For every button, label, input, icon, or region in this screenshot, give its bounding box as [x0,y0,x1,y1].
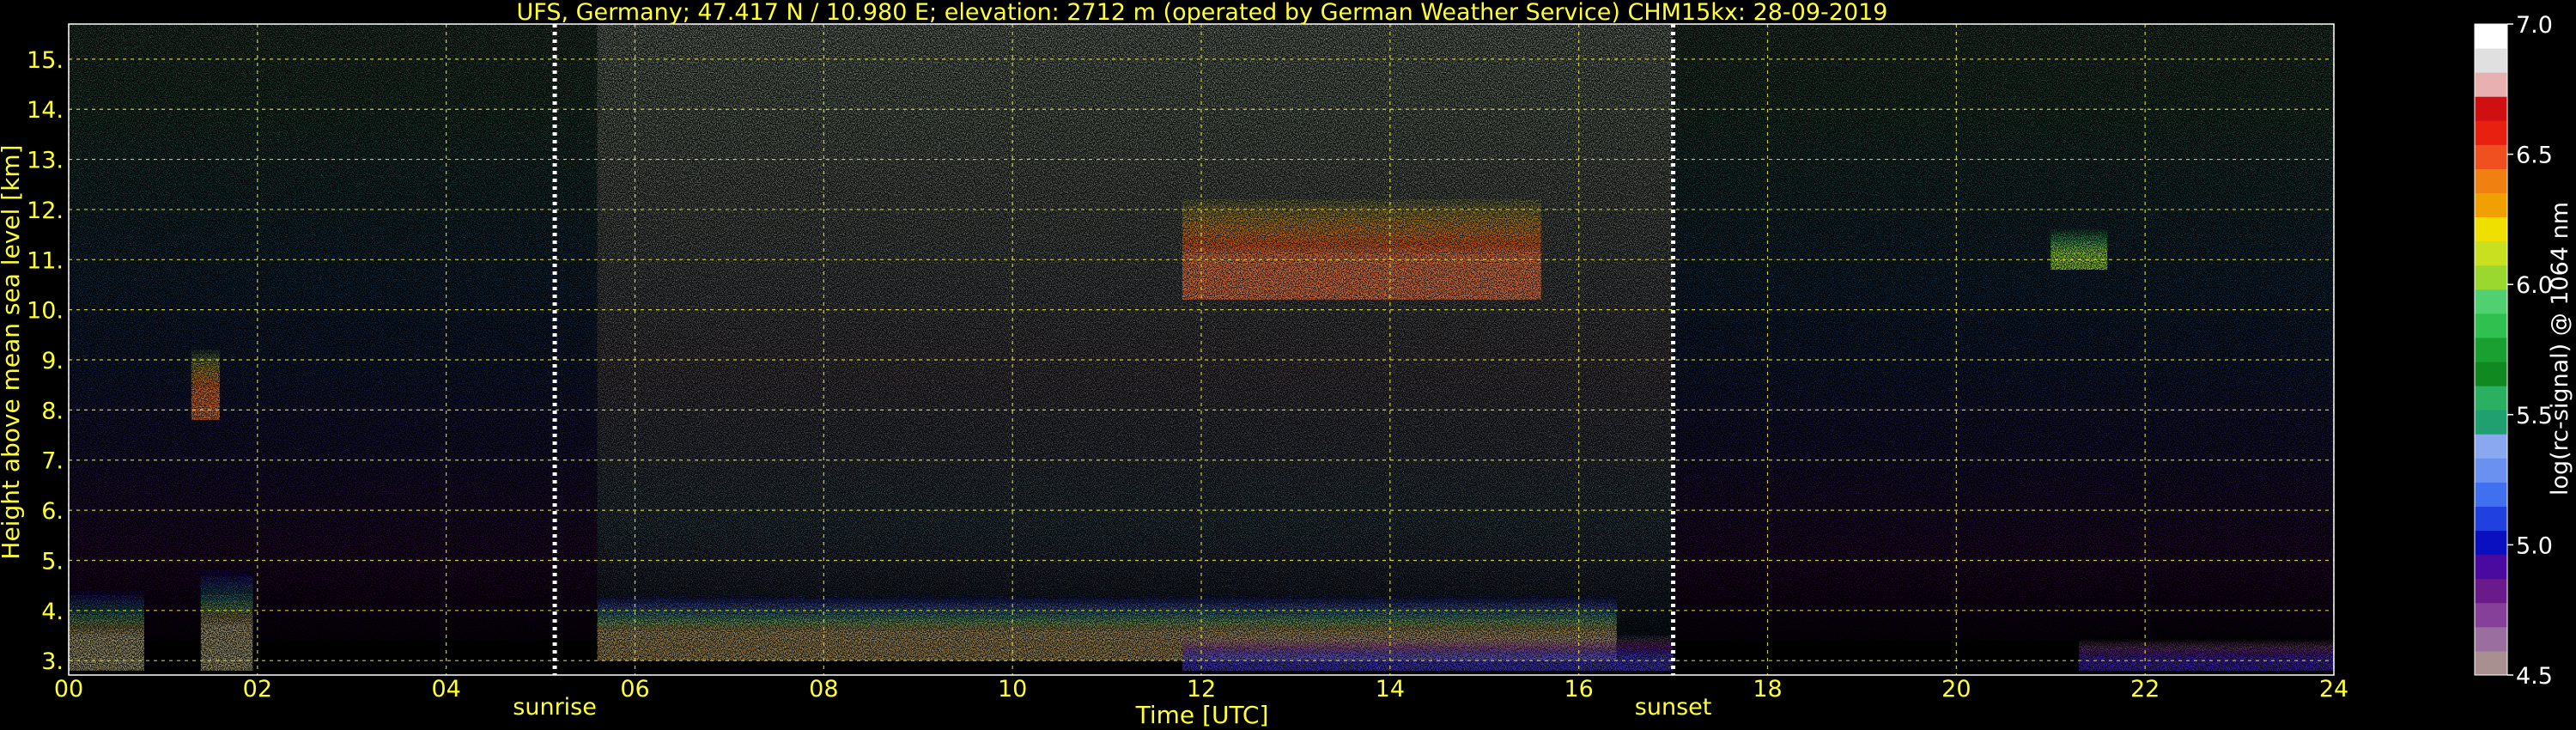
y-tick-label: 8. [41,398,64,424]
colorbar-tick-label: 4.5 [2516,663,2553,690]
colorbar-segment [2475,192,2507,218]
x-tick-label: 06 [620,676,649,703]
y-tick-label: 11. [27,247,64,274]
colorbar [2474,23,2508,676]
x-tick-label: 16 [1564,676,1593,703]
y-tick-label: 9. [41,348,64,374]
x-tick-label: 12 [1187,676,1216,703]
y-tick-label: 10. [27,298,64,325]
colorbar-segment [2475,216,2507,242]
x-tick-labels: 00 02 04 06 08 10 12 14 16 18 20 22 24 [54,676,2348,703]
y-tick-label: 13. [27,148,64,174]
sunset-label: sunset [1635,694,1712,721]
x-tick-label: 02 [243,676,272,703]
y-tick-label: 4. [41,599,64,625]
x-tick-label: 04 [431,676,460,703]
colorbar-segment [2475,240,2507,266]
x-tick-label: 20 [1941,676,1971,703]
cloud_early-band [191,387,220,421]
colorbar-segment [2475,48,2507,73]
background-daylight-noise [597,24,1674,651]
colorbar-tick-label: 7.0 [2516,12,2553,39]
x-axis-label: Time [UTC] [1135,701,1269,729]
y-tick-label: 15. [27,47,64,74]
x-tick-label: 08 [809,676,838,703]
colorbar-segment [2475,434,2507,459]
colorbar-tick-label: 5.0 [2516,532,2553,559]
colorbar-segment [2475,602,2507,628]
colorbar-segment [2475,626,2507,652]
colorbar-segment [2475,554,2507,580]
y-tick-label: 7. [41,448,64,475]
colorbar-segment [2475,313,2507,338]
annotations: sunrise sunset [513,694,1711,721]
x-tick-label: 14 [1376,676,1405,703]
colorbar-segment [2475,168,2507,194]
colorbar-segment [2475,410,2507,435]
x-tick-label: 00 [54,676,83,703]
x-tick-label: 24 [2319,676,2348,703]
colorbar-segment [2475,72,2507,97]
x-tick-label: 18 [1753,676,1782,703]
colorbar-segment [2475,650,2507,676]
y-tick-label: 5. [41,548,64,575]
colorbar-segment [2475,506,2507,532]
colorbar-segment [2475,120,2507,145]
colorbar-tick-label: 6.5 [2516,143,2553,169]
colorbar-segment [2475,24,2507,49]
boundary_layer_early-band [69,633,144,671]
residual_layer-band [1182,654,1674,671]
colorbar-segment [2475,289,2507,314]
colorbar-segment [2475,144,2507,169]
colorbar-segment [2475,362,2507,386]
colorbar-label: log(rc-signal) @ 1064 nm [2547,202,2573,496]
y-tick-labels: 3. 4. 5. 6. 7. 8. 9. 10. 11. 12. 13. 14. 15. [27,47,64,675]
sunrise-label: sunrise [513,694,597,721]
colorbar-segment [2475,96,2507,121]
cloud_late-band [2050,251,2108,270]
colorbar-segment [2475,386,2507,411]
colorbar-segment [2475,578,2507,604]
colorbar-segment [2475,265,2507,290]
y-tick-label: 14. [27,97,64,124]
colorbar-tick-labels: 4.55.05.56.06.57.0 [2507,12,2553,690]
colorbar-segment [2475,337,2507,362]
night_layer-band [2079,656,2334,671]
y-tick-label: 6. [41,498,64,525]
x-tick-label: 22 [2130,676,2160,703]
ceilometer-chart: 00 02 04 06 08 10 12 14 16 18 20 22 24 3. 4. 5. 6. 7. 8. 9… [0,0,2573,729]
cirrus_mid-band [1182,253,1541,300]
x-tick-label: 10 [998,676,1027,703]
colorbar-segment [2475,458,2507,483]
chart-title: UFS, Germany; 47.417 N / 10.980 E; eleva… [517,0,1888,26]
boundary_layer_early_2-band [200,624,253,671]
colorbar-segment [2475,530,2507,556]
y-tick-label: 12. [27,198,64,224]
y-axis-label: Height above mean sea level [km] [0,144,25,559]
colorbar-segment [2475,482,2507,507]
y-tick-label: 3. [41,648,64,675]
